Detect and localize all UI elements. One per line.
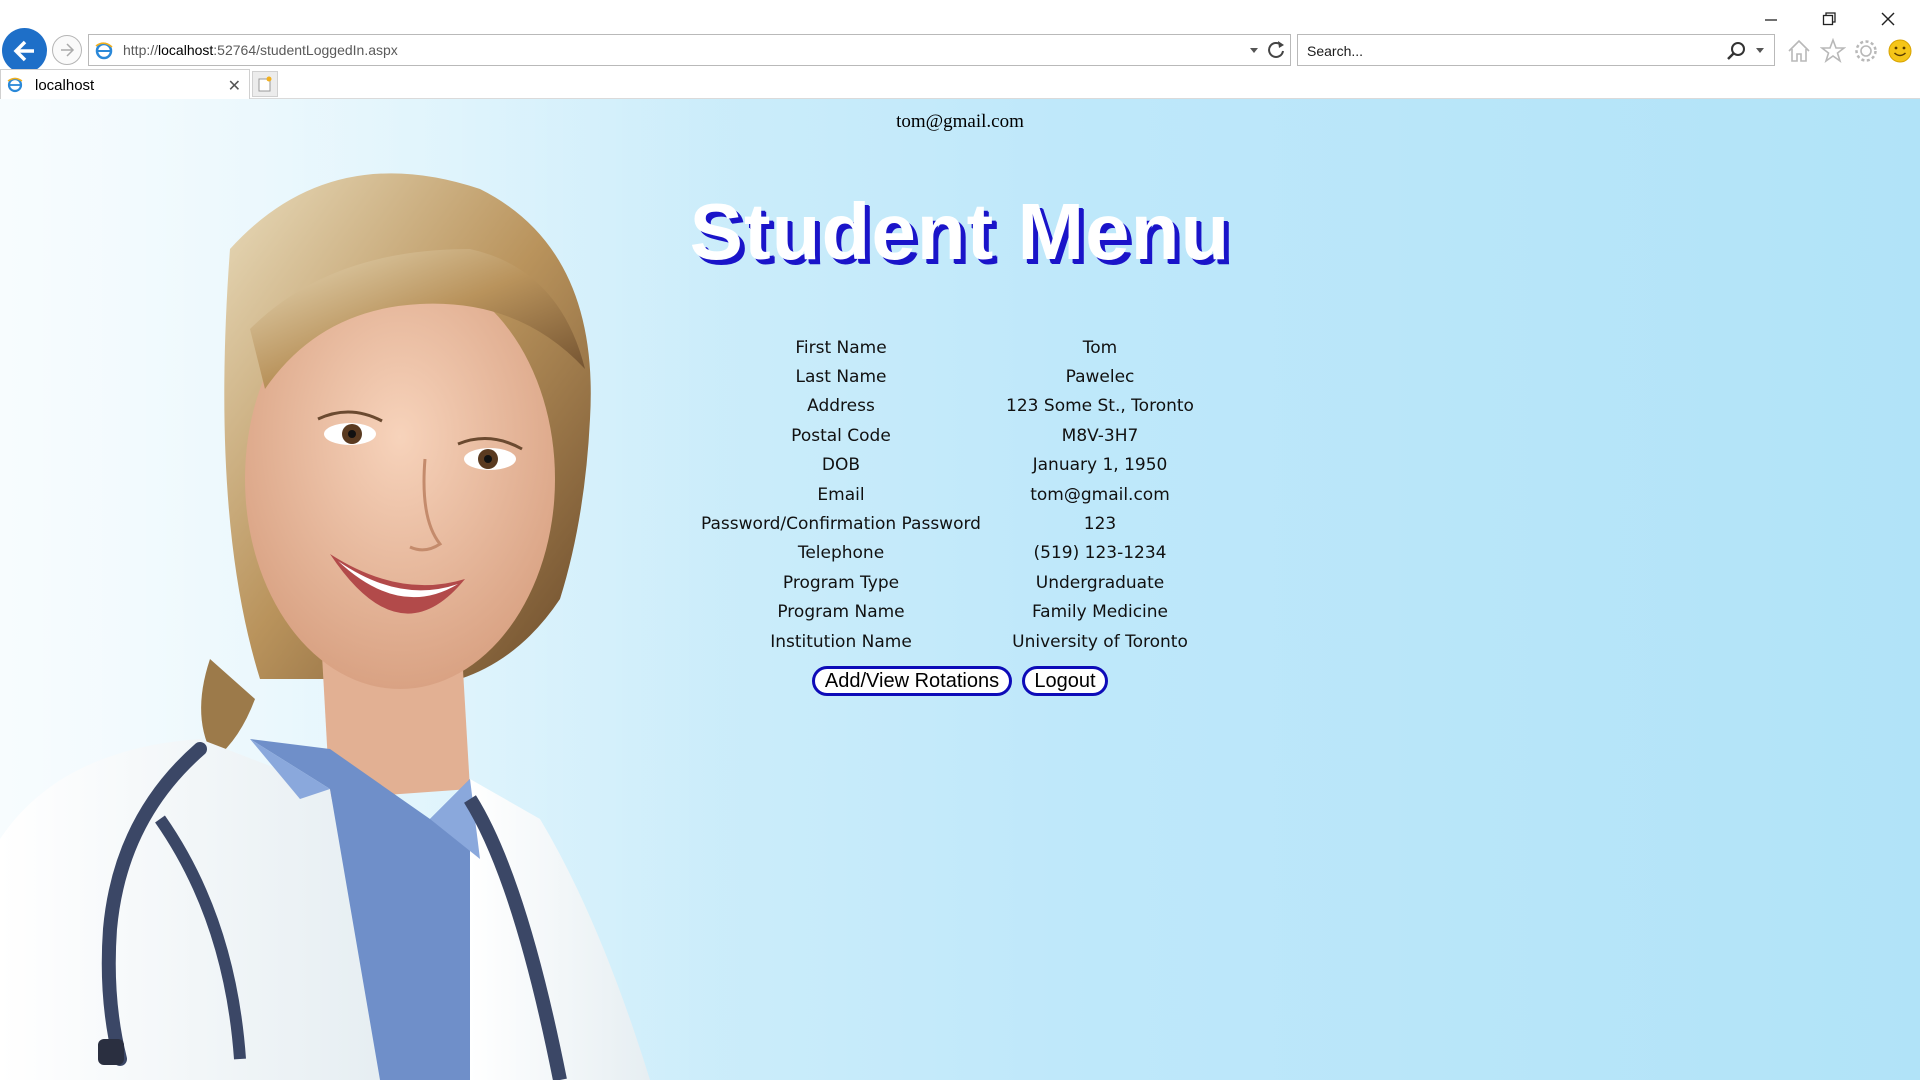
add-view-rotations-button[interactable]: Add/View Rotations <box>812 666 1012 696</box>
info-row: Institution Name University of Toronto <box>695 627 1213 656</box>
search-icon[interactable] <box>1726 41 1746 66</box>
info-row: Address 123 Some St., Toronto <box>695 392 1213 421</box>
info-value: 123 <box>1083 514 1117 535</box>
info-value: Undergraduate <box>1035 572 1165 593</box>
info-label: Address <box>807 396 875 417</box>
tab-close-icon[interactable]: ✕ <box>228 76 241 96</box>
forward-arrow-icon <box>61 43 75 57</box>
info-label: DOB <box>821 455 861 476</box>
address-bar[interactable]: http://localhost:52764/studentLoggedIn.a… <box>88 34 1291 66</box>
info-label: Password/Confirmation Password <box>701 514 981 535</box>
close-window-icon[interactable] <box>1865 6 1911 32</box>
info-label: Institution Name <box>770 631 912 652</box>
info-value: Pawelec <box>1065 367 1135 388</box>
new-tab-icon <box>258 76 272 92</box>
home-icon[interactable] <box>1784 36 1814 66</box>
new-tab-button[interactable] <box>252 71 278 97</box>
info-row: DOB January 1, 1950 <box>695 451 1213 480</box>
address-dropdown-icon[interactable] <box>1248 43 1260 61</box>
info-label: Program Type <box>782 572 900 593</box>
tab-localhost[interactable]: localhost ✕ <box>0 69 250 100</box>
info-label: Telephone <box>797 543 885 564</box>
info-row: Program Name Family Medicine <box>695 598 1213 627</box>
url-text: http://localhost:52764/studentLoggedIn.a… <box>123 42 398 58</box>
back-button[interactable] <box>2 28 47 73</box>
info-value: January 1, 1950 <box>1032 455 1168 476</box>
restore-icon[interactable] <box>1806 6 1852 32</box>
info-row: Last Name Pawelec <box>695 362 1213 391</box>
gear-icon[interactable] <box>1851 36 1881 66</box>
info-label: Program Name <box>777 602 905 623</box>
search-input[interactable]: Search... <box>1307 43 1363 59</box>
info-value: (519) 123-1234 <box>1033 543 1167 564</box>
tab-title: localhost <box>35 77 95 94</box>
page-content: tom@gmail.com Student Menu First Name Tom… <box>0 99 1920 1080</box>
info-value: M8V-3H7 <box>1061 425 1139 446</box>
browser-chrome: http://localhost:52764/studentLoggedIn.a… <box>0 0 1920 100</box>
info-value: tom@gmail.com <box>1030 484 1170 505</box>
ie-page-icon <box>95 42 113 65</box>
logout-button[interactable]: Logout <box>1022 666 1108 696</box>
search-dropdown-icon[interactable] <box>1754 43 1766 61</box>
info-label: First Name <box>795 337 887 358</box>
favorites-star-icon[interactable] <box>1818 36 1848 66</box>
search-box[interactable]: Search... <box>1297 34 1775 66</box>
info-label: Email <box>817 484 865 505</box>
forward-button[interactable] <box>52 35 82 65</box>
info-label: Postal Code <box>791 425 891 446</box>
minimize-icon[interactable] <box>1748 6 1794 32</box>
info-row: Program Type Undergraduate <box>695 568 1213 597</box>
back-arrow-icon <box>13 40 34 61</box>
info-row: First Name Tom <box>695 333 1213 362</box>
smiley-feedback-icon[interactable] <box>1885 36 1915 66</box>
ie-tab-icon <box>7 77 23 98</box>
info-label: Last Name <box>795 367 887 388</box>
info-row: Password/Confirmation Password 123 <box>695 509 1213 538</box>
info-value: University of Toronto <box>1012 631 1188 652</box>
info-row: Postal Code M8V-3H7 <box>695 421 1213 450</box>
tab-strip: localhost ✕ <box>0 69 1920 100</box>
info-row: Telephone (519) 123-1234 <box>695 539 1213 568</box>
info-value: 123 Some St., Toronto <box>1006 396 1194 417</box>
logged-in-user-email: tom@gmail.com <box>896 111 1024 132</box>
refresh-icon[interactable] <box>1266 40 1286 65</box>
page-title: Student Menu <box>689 187 1231 276</box>
info-row: Email tom@gmail.com <box>695 480 1213 509</box>
info-value: Family Medicine <box>1031 602 1169 623</box>
student-info-table: First Name Tom Last Name Pawelec Address 123 … <box>695 333 1213 656</box>
info-value: Tom <box>1082 337 1118 358</box>
